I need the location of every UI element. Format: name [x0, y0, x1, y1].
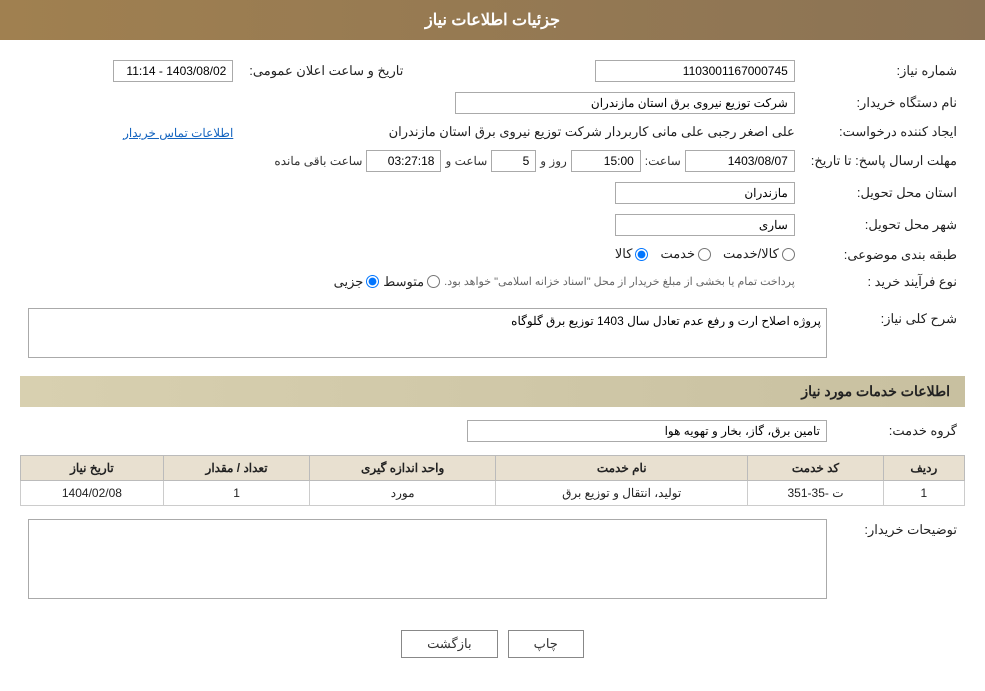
buyer-desc-textarea[interactable] [28, 519, 827, 599]
cell-code: ت -35-351 [748, 480, 883, 505]
services-table-body: 1 ت -35-351 تولید، انتقال و توزیع برق مو… [21, 480, 965, 505]
announce-datetime-value [20, 55, 241, 87]
send-days-input [491, 150, 536, 172]
row-category: طبقه بندی موضوعی: کالا/خدمت خدمت [20, 241, 965, 269]
send-remaining-input [366, 150, 441, 172]
back-button[interactable]: بازگشت [401, 630, 497, 658]
radio-jozii-input[interactable] [366, 275, 379, 288]
row-buyer-desc: توضیحات خریدار: [20, 514, 965, 607]
buyer-org-label: نام دستگاه خریدار: [803, 87, 965, 119]
send-deadline-row: ساعت: روز و ساعت و ساعت باقی مانده [28, 150, 795, 172]
row-send-deadline: مهلت ارسال پاسخ: تا تاریخ: ساعت: روز و س… [20, 145, 965, 177]
buyer-desc-table: توضیحات خریدار: [20, 514, 965, 607]
send-time-input [571, 150, 641, 172]
service-group-input [467, 420, 827, 442]
row-need-desc: شرح کلی نیاز: پروژه اصلاح ارت و رفع عدم … [20, 303, 965, 366]
city-label: شهر محل تحویل: [803, 209, 965, 241]
print-button[interactable]: چاپ [508, 630, 584, 658]
send-remaining-label2: ساعت و [445, 154, 487, 168]
radio-kala-khedmat[interactable]: کالا/خدمت [723, 246, 795, 262]
send-date-input [685, 150, 795, 172]
announce-datetime-input [113, 60, 233, 82]
need-desc-textarea[interactable]: پروژه اصلاح ارت و رفع عدم تعادل سال 1403… [28, 308, 827, 358]
service-group-label: گروه خدمت: [835, 415, 965, 447]
send-remaining-label: ساعت باقی مانده [274, 154, 362, 168]
page-wrapper: جزئیات اطلاعات نیاز شماره نیاز: تاریخ و … [0, 0, 985, 691]
radio-jozii-label: جزیی [334, 274, 364, 290]
cell-unit: مورد [310, 480, 496, 505]
announce-datetime-label: تاریخ و ساعت اعلان عمومی: [241, 55, 411, 87]
radio-khedmat[interactable]: خدمت [660, 246, 711, 262]
radio-khedmat-input[interactable] [698, 248, 711, 261]
row-service-group: گروه خدمت: [20, 415, 965, 447]
purchase-type-row: پرداخت تمام یا بخشی از مبلغ خریدار از مح… [28, 274, 795, 290]
page-title: جزئیات اطلاعات نیاز [425, 12, 560, 29]
col-date: تاریخ نیاز [21, 455, 164, 480]
table-row: 1 ت -35-351 تولید، انتقال و توزیع برق مو… [21, 480, 965, 505]
buttons-row: چاپ بازگشت [20, 615, 965, 673]
send-time-label: ساعت: [645, 154, 681, 168]
need-number-input [595, 60, 795, 82]
buyer-org-input [455, 92, 795, 114]
radio-motavaset-input[interactable] [427, 275, 440, 288]
radio-kala-label: کالا [615, 246, 633, 262]
category-radio-group: کالا/خدمت خدمت کالا [615, 246, 795, 262]
main-info-table: شماره نیاز: تاریخ و ساعت اعلان عمومی: نا… [20, 55, 965, 295]
services-table-header-row: ردیف کد خدمت نام خدمت واحد اندازه گیری ت… [21, 455, 965, 480]
radio-motavaset[interactable]: متوسط [383, 274, 440, 290]
row-requester: ایجاد کننده درخواست: علی اصغر رجبی علی م… [20, 119, 965, 145]
col-unit: واحد اندازه گیری [310, 455, 496, 480]
buyer-org-value [20, 87, 803, 119]
cell-row: 1 [883, 480, 964, 505]
col-code: کد خدمت [748, 455, 883, 480]
radio-jozii[interactable]: جزیی [334, 274, 380, 290]
col-name: نام خدمت [496, 455, 748, 480]
services-section-label: اطلاعات خدمات مورد نیاز [801, 383, 950, 399]
category-label: طبقه بندی موضوعی: [803, 241, 965, 269]
col-qty: تعداد / مقدار [163, 455, 309, 480]
city-input [615, 214, 795, 236]
row-need-number: شماره نیاز: تاریخ و ساعت اعلان عمومی: [20, 55, 965, 87]
col-row: ردیف [883, 455, 964, 480]
need-number-label: شماره نیاز: [803, 55, 965, 87]
row-city: شهر محل تحویل: [20, 209, 965, 241]
send-days-label: روز و [540, 154, 567, 168]
service-group-table: گروه خدمت: [20, 415, 965, 447]
row-buyer-org: نام دستگاه خریدار: [20, 87, 965, 119]
radio-kala-khedmat-input[interactable] [782, 248, 795, 261]
services-table-head: ردیف کد خدمت نام خدمت واحد اندازه گیری ت… [21, 455, 965, 480]
buyer-desc-label: توضیحات خریدار: [835, 514, 965, 607]
send-deadline-label: مهلت ارسال پاسخ: تا تاریخ: [803, 145, 965, 177]
need-number-value [441, 55, 802, 87]
requester-value: علی اصغر رجبی علی مانی کاربردار شرکت توز… [241, 119, 803, 145]
need-desc-table: شرح کلی نیاز: پروژه اصلاح ارت و رفع عدم … [20, 303, 965, 366]
requester-label: ایجاد کننده درخواست: [803, 119, 965, 145]
requester-text: علی اصغر رجبی علی مانی کاربردار شرکت توز… [389, 124, 795, 139]
services-table: ردیف کد خدمت نام خدمت واحد اندازه گیری ت… [20, 455, 965, 506]
need-desc-label: شرح کلی نیاز: [835, 303, 965, 366]
contact-link[interactable]: اطلاعات تماس خریدار [123, 126, 233, 140]
content-area: شماره نیاز: تاریخ و ساعت اعلان عمومی: نا… [0, 40, 985, 688]
purchase-type-label: نوع فرآیند خرید : [803, 269, 965, 295]
province-label: استان محل تحویل: [803, 177, 965, 209]
services-section-header: اطلاعات خدمات مورد نیاز [20, 376, 965, 407]
cell-date: 1404/02/08 [21, 480, 164, 505]
radio-khedmat-label: خدمت [660, 246, 695, 262]
cell-qty: 1 [163, 480, 309, 505]
row-purchase-type: نوع فرآیند خرید : پرداخت تمام یا بخشی از… [20, 269, 965, 295]
purchase-note: پرداخت تمام یا بخشی از مبلغ خریدار از مح… [444, 275, 795, 288]
cell-name: تولید، انتقال و توزیع برق [496, 480, 748, 505]
radio-kala-khedmat-label: کالا/خدمت [723, 246, 779, 262]
province-input [615, 182, 795, 204]
row-province: استان محل تحویل: [20, 177, 965, 209]
radio-kala-input[interactable] [635, 248, 648, 261]
radio-motavaset-label: متوسط [383, 274, 424, 290]
page-header: جزئیات اطلاعات نیاز [0, 0, 985, 40]
radio-kala[interactable]: کالا [615, 246, 649, 262]
